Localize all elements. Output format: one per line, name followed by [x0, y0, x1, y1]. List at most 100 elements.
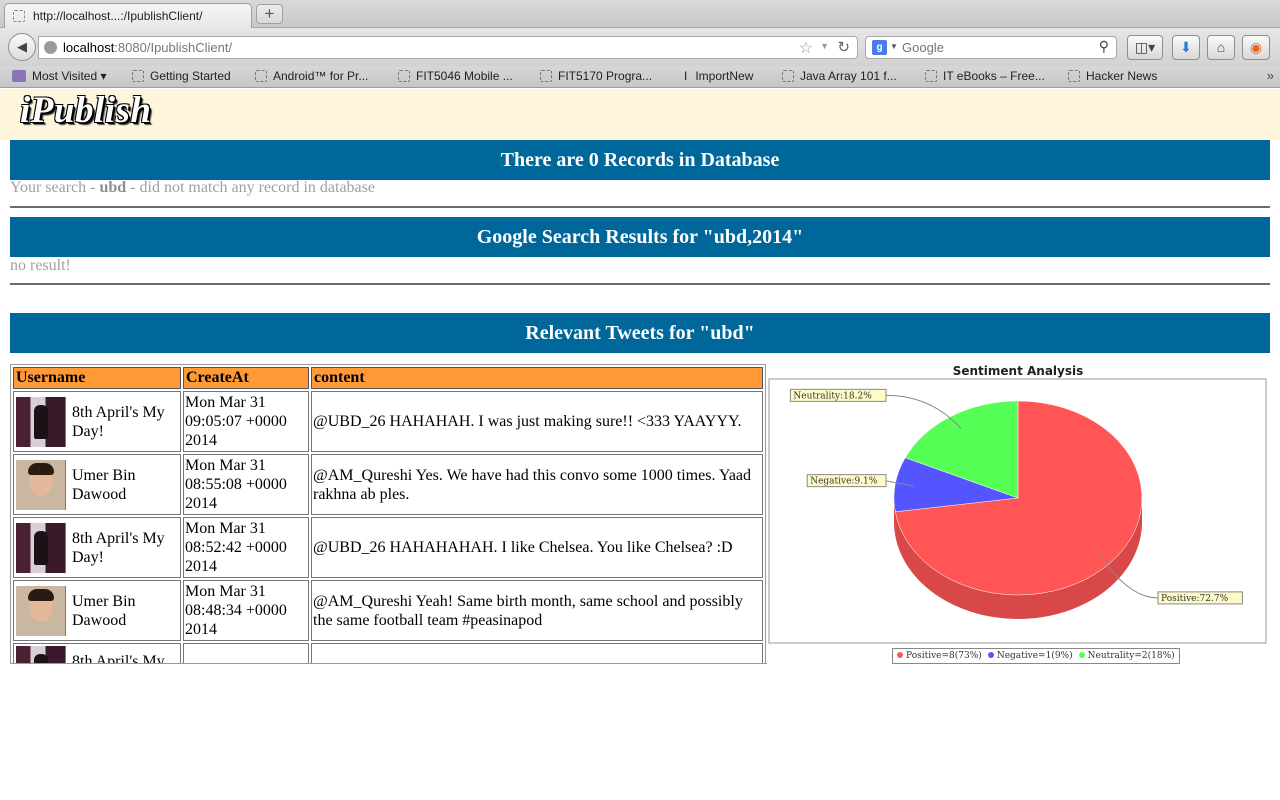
tab-strip: http://localhost...:/IpublishClient/ + [0, 0, 1280, 28]
user-cell: 8th April's My Day! [13, 643, 181, 664]
search-input[interactable] [902, 40, 1082, 55]
tweets-header: Relevant Tweets for "ubd" [10, 313, 1270, 353]
avatar [16, 396, 66, 447]
tweet-content [311, 643, 763, 663]
tweet-content: @UBD_26 HAHAHAH. I was just making sure!… [311, 391, 763, 452]
tweet-row: 8th April's My Day! Mon Mar 31 [13, 643, 763, 664]
legend-item: Neutrality=2(18%) [1078, 651, 1175, 661]
user-cell: 8th April's My Day! [13, 517, 181, 578]
new-tab-button[interactable]: + [256, 4, 283, 24]
chart-title: Sentiment Analysis [952, 364, 1084, 378]
home-button[interactable]: ⌂ [1207, 35, 1235, 60]
legend-item: Negative=1(9%) [987, 651, 1073, 661]
firebug-icon[interactable]: ◉ [1242, 35, 1270, 60]
bookmark-item[interactable]: Getting Started [132, 69, 231, 83]
tweet-username: 8th April's My Day! [72, 403, 165, 440]
tweet-content: @AM_Qureshi Yes. We have had this convo … [311, 454, 763, 515]
avatar [16, 522, 66, 573]
globe-icon [44, 41, 57, 54]
bookmark-icon [132, 70, 144, 82]
tweets-table: Username CreateAt content 8th April's My… [10, 364, 766, 664]
search-engine-icon[interactable]: g [872, 40, 887, 55]
tweet-content: @UBD_26 HAHAHAHAH. I like Chelsea. You l… [311, 517, 763, 578]
google-results-header: Google Search Results for "ubd,2014" [10, 217, 1270, 257]
legend-item: Positive=8(73%) [897, 651, 982, 661]
tweet-username: Umer Bin Dawood [72, 466, 136, 503]
tweet-username: 8th April's My Day! [72, 529, 165, 566]
bookmark-item[interactable]: IT eBooks – Free... [925, 69, 1045, 83]
tweet-content: @AM_Qureshi Yeah! Same birth month, same… [311, 580, 763, 641]
engine-dropdown-icon[interactable]: ▼ [890, 42, 898, 51]
tweet-created: Mon Mar 31 09:05:07 +0000 2014 [183, 391, 309, 452]
divider [10, 206, 1270, 208]
logo-banner: iPublish [0, 89, 1280, 140]
bookmark-item[interactable]: FIT5170 Progra... [540, 69, 652, 83]
search-bar[interactable]: g ▼ ⚲ [865, 36, 1117, 59]
user-cell: Umer Bin Dawood [13, 454, 181, 515]
chart-legend: Positive=8(73%) Negative=1(9%) Neutrality=… [892, 648, 1180, 664]
search-message: Your search - ubd - did not match any re… [10, 179, 375, 196]
user-cell: Umer Bin Dawood [13, 580, 181, 641]
bookmark-item[interactable]: Java Array 101 f... [782, 69, 897, 83]
pie-label: Neutrality:18.2% [793, 391, 872, 401]
user-cell: 8th April's My Day! [13, 391, 181, 452]
avatar [16, 646, 66, 663]
column-header-createat: CreateAt [183, 367, 309, 389]
bookmark-item[interactable]: FIT5046 Mobile ... [398, 69, 513, 83]
bookmark-most-visited[interactable]: Most Visited ▾ [12, 69, 107, 83]
downloads-button[interactable]: ⬇ [1172, 35, 1200, 60]
tweet-row: Umer Bin Dawood Mon Mar 31 08:55:08 +0000… [13, 454, 763, 515]
back-button[interactable]: ◀ [8, 33, 36, 61]
tweet-created: Mon Mar 31 08:48:34 +0000 2014 [183, 580, 309, 641]
search-term: ubd [99, 179, 127, 196]
bookmark-icon [540, 70, 552, 82]
tweets-table-header: Username CreateAt content [13, 367, 763, 389]
pie-label: Positive:72.7% [1161, 594, 1229, 604]
pie-label: Negative:9.1% [810, 477, 878, 487]
tweet-created: Mon Mar 31 08:55:08 +0000 2014 [183, 454, 309, 515]
page-favicon-icon [13, 10, 25, 22]
page-content: iPublish There are 0 Records in Database… [0, 89, 1280, 800]
bookmark-item[interactable]: Android™ for Pr... [255, 69, 368, 83]
divider [10, 283, 1270, 285]
tweet-row: 8th April's My Day! Mon Mar 31 09:05:07 +… [13, 391, 763, 452]
tweet-row: Umer Bin Dawood Mon Mar 31 08:48:34 +0000… [13, 580, 763, 641]
google-no-result: no result! [10, 257, 71, 274]
url-bar[interactable]: localhost:8080/IpublishClient/ ☆ ▼ ↻ [38, 36, 858, 59]
navigation-toolbar: ◀ localhost:8080/IpublishClient/ ☆ ▼ ↻ g… [0, 28, 1280, 66]
column-header-username: Username [13, 367, 181, 389]
most-visited-icon [12, 70, 26, 82]
bookmark-icon [255, 70, 267, 82]
legend-swatch [1078, 652, 1085, 658]
bookmark-icon [1068, 70, 1080, 82]
url-host: localhost [63, 40, 115, 55]
url-path: :8080/IpublishClient/ [114, 40, 233, 55]
browser-tab[interactable]: http://localhost...:/IpublishClient/ [4, 3, 252, 28]
tab-title: http://localhost...:/IpublishClient/ [33, 9, 203, 23]
bookmark-item[interactable]: Hacker News [1068, 69, 1157, 83]
tweet-created: Mon Mar 31 08:52:42 +0000 2014 [183, 517, 309, 578]
tweet-username: Umer Bin Dawood [72, 592, 136, 629]
tweets-scroll-area[interactable]: Username CreateAt content 8th April's My… [10, 364, 767, 664]
history-dropdown-icon[interactable]: ▼ [820, 41, 829, 51]
bookmark-icon [925, 70, 937, 82]
bookmark-item[interactable]: I ImportNew [684, 69, 753, 83]
bookmark-star-icon[interactable]: ☆ [799, 38, 813, 58]
reload-icon[interactable]: ↻ [837, 38, 850, 56]
bookmarks-menu-button[interactable]: ◫▾ [1127, 35, 1163, 60]
legend-swatch [987, 652, 994, 658]
bookmarks-toolbar: Most Visited ▾ Getting Started Android™ … [0, 66, 1280, 88]
records-header: There are 0 Records in Database [10, 140, 1270, 180]
column-header-content: content [311, 367, 763, 389]
pie-chart-svg: Positive:72.7% Negative:9.1% Neutrality:18… [768, 378, 1267, 644]
chevron-more-icon[interactable]: » [1267, 68, 1274, 83]
tweet-created: Mon Mar 31 [183, 643, 309, 663]
tweet-username: 8th April's My Day! [72, 653, 165, 664]
tweet-row: 8th April's My Day! Mon Mar 31 08:52:42 +… [13, 517, 763, 578]
ipublish-logo: iPublish [20, 90, 152, 131]
sentiment-chart: Positive:72.7% Negative:9.1% Neutrality:18… [768, 361, 1270, 666]
bookmark-icon [398, 70, 410, 82]
search-icon[interactable]: ⚲ [1099, 38, 1109, 55]
legend-swatch [897, 652, 903, 658]
avatar [16, 459, 66, 510]
